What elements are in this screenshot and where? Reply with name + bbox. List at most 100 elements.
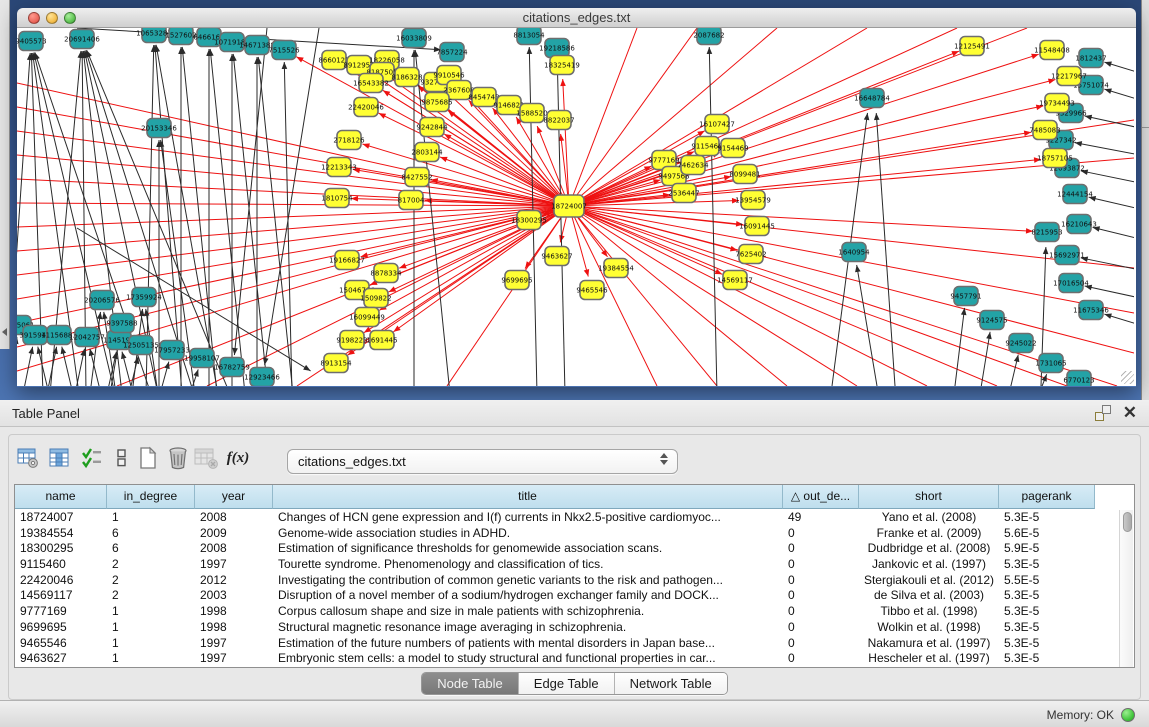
edge-arrowhead-icon (527, 47, 533, 54)
cell-out_de: 0 (783, 620, 859, 636)
graph-edge[interactable] (569, 28, 1027, 206)
graph-edge[interactable] (17, 206, 569, 299)
table-row[interactable]: 1872400712008Changes of HCN gene express… (15, 510, 1095, 526)
delete-table-icon[interactable] (192, 444, 220, 472)
tab-edge-table[interactable]: Edge Table (518, 673, 614, 694)
graph-edge[interactable] (709, 47, 717, 386)
table-scrollbar[interactable] (1119, 510, 1133, 667)
cell-pagerank: 5.3E-5 (999, 651, 1095, 667)
column-visibility-icon[interactable] (46, 444, 74, 472)
network-window-titlebar[interactable]: citations_edges.txt (17, 8, 1136, 28)
cell-short: Dudbridge et al. (2008) (859, 541, 999, 557)
graph-node-label: 19218586 (539, 44, 575, 52)
column-header-title[interactable]: title (273, 485, 783, 509)
table-row[interactable]: 1830029562008Estimation of significance … (15, 541, 1095, 557)
column-header-out_de[interactable]: △ out_de... (783, 485, 859, 509)
column-header-pagerank[interactable]: pagerank (999, 485, 1095, 509)
graph-node-label: 8913154 (320, 359, 352, 367)
cell-name: 14569117 (15, 588, 107, 604)
network-graph-svg[interactable]: 9405573206914061065328715276026466160107… (17, 28, 1134, 386)
graph-edge[interactable] (210, 49, 245, 386)
graph-edge[interactable] (563, 79, 569, 206)
graph-edge[interactable] (17, 206, 569, 347)
graph-edge[interactable] (954, 308, 965, 386)
cell-out_de: 0 (783, 526, 859, 542)
cell-title: Genome-wide association studies in ADHD. (273, 526, 783, 542)
cell-title: Corpus callosum shape and size in male p… (273, 604, 783, 620)
graph-edge[interactable] (980, 332, 990, 386)
table-row[interactable]: 1938455462009Genome-wide association stu… (15, 526, 1095, 542)
function-builder-icon[interactable]: f(x) (224, 444, 252, 472)
tab-network-table[interactable]: Network Table (614, 673, 727, 694)
collapsed-control-panel[interactable] (0, 0, 10, 349)
new-column-icon[interactable] (134, 444, 162, 472)
graph-node-label: 9910546 (433, 71, 465, 79)
graph-node-label: 9457791 (950, 292, 981, 300)
cell-pagerank: 5.3E-5 (999, 620, 1095, 636)
graph-edge[interactable] (569, 206, 1033, 231)
cell-year: 1997 (195, 636, 273, 652)
graph-edge[interactable] (234, 28, 267, 355)
float-window-icon[interactable] (1095, 405, 1111, 421)
table-row[interactable]: 969969511998Structural magnetic resonanc… (15, 620, 1095, 636)
close-window-icon[interactable] (28, 12, 40, 24)
graph-edge[interactable] (1085, 286, 1134, 298)
table-row[interactable]: 2242004622012Investigating the contribut… (15, 573, 1095, 589)
cell-short: Tibbo et al. (1998) (859, 604, 999, 620)
graph-node-label: 14569117 (717, 276, 753, 284)
panel-expand-handle-icon[interactable] (2, 328, 7, 336)
graph-node-label: 8427552 (401, 173, 432, 181)
column-header-name[interactable]: name (15, 485, 107, 509)
graph-node-label: 15692971 (1049, 251, 1085, 259)
graph-edge[interactable] (1081, 171, 1134, 183)
graph-edge[interactable] (17, 206, 569, 371)
close-panel-icon[interactable]: ✕ (1123, 405, 1137, 421)
cell-short: Franke et al. (2009) (859, 526, 999, 542)
graph-edge[interactable] (1089, 197, 1134, 209)
graph-edge[interactable] (284, 62, 292, 386)
edge-arrowhead-icon (102, 312, 108, 319)
zoom-window-icon[interactable] (64, 12, 76, 24)
background-window-edge (1141, 0, 1149, 400)
cell-out_de: 0 (783, 636, 859, 652)
graph-edge[interactable] (569, 206, 997, 386)
edge-arrowhead-icon (364, 327, 371, 333)
scrollbar-thumb[interactable] (1123, 512, 1132, 532)
edge-arrowhead-icon (193, 369, 198, 377)
graph-edge[interactable] (1075, 143, 1134, 155)
network-canvas[interactable]: 9405573206914061065328715276026466160107… (17, 28, 1136, 386)
table-selector-dropdown[interactable]: citations_edges.txt (287, 449, 678, 474)
cell-title: Estimation of significance thresholds fo… (273, 541, 783, 557)
cell-year: 2003 (195, 588, 273, 604)
graph-edge[interactable] (569, 51, 959, 206)
graph-node-label: 1509822 (360, 294, 391, 302)
column-header-year[interactable]: year (195, 485, 273, 509)
cell-name: 22420046 (15, 573, 107, 589)
resize-grip-icon[interactable] (1121, 371, 1134, 384)
table-row[interactable]: 977716911998Corpus callosum shape and si… (15, 604, 1095, 620)
tab-node-table[interactable]: Node Table (422, 673, 518, 694)
graph-node-label: 20206576 (84, 296, 120, 304)
table-row[interactable]: 946362711997Embryonic stem cells: a mode… (15, 651, 1095, 667)
graph-edge[interactable] (569, 132, 1031, 206)
minimize-window-icon[interactable] (46, 12, 58, 24)
graph-edge[interactable] (1081, 258, 1134, 270)
graph-node-label: 9463627 (541, 252, 572, 260)
graph-edge[interactable] (17, 179, 569, 206)
selection-mode-icon[interactable] (78, 444, 106, 472)
cell-out_de: 0 (783, 588, 859, 604)
column-header-in_degree[interactable]: in_degree (107, 485, 195, 509)
graph-node-label: 17016504 (1053, 279, 1089, 287)
column-header-short[interactable]: short (859, 485, 999, 509)
table-row[interactable]: 1456911722003Disruption of a novel membe… (15, 588, 1095, 604)
delete-column-icon[interactable] (164, 444, 192, 472)
rows-icon[interactable] (108, 444, 136, 472)
table-row[interactable]: 911546021997Tourette syndrome. Phenomeno… (15, 557, 1095, 573)
graph-edge[interactable] (569, 106, 1043, 206)
edge-arrowhead-icon (1014, 355, 1019, 362)
table-settings-icon[interactable] (14, 444, 42, 472)
cell-out_de: 0 (783, 573, 859, 589)
cell-year: 2008 (195, 510, 273, 526)
table-row[interactable]: 946554611997Estimation of the future num… (15, 636, 1095, 652)
graph-node-label: 6770123 (1063, 376, 1094, 384)
